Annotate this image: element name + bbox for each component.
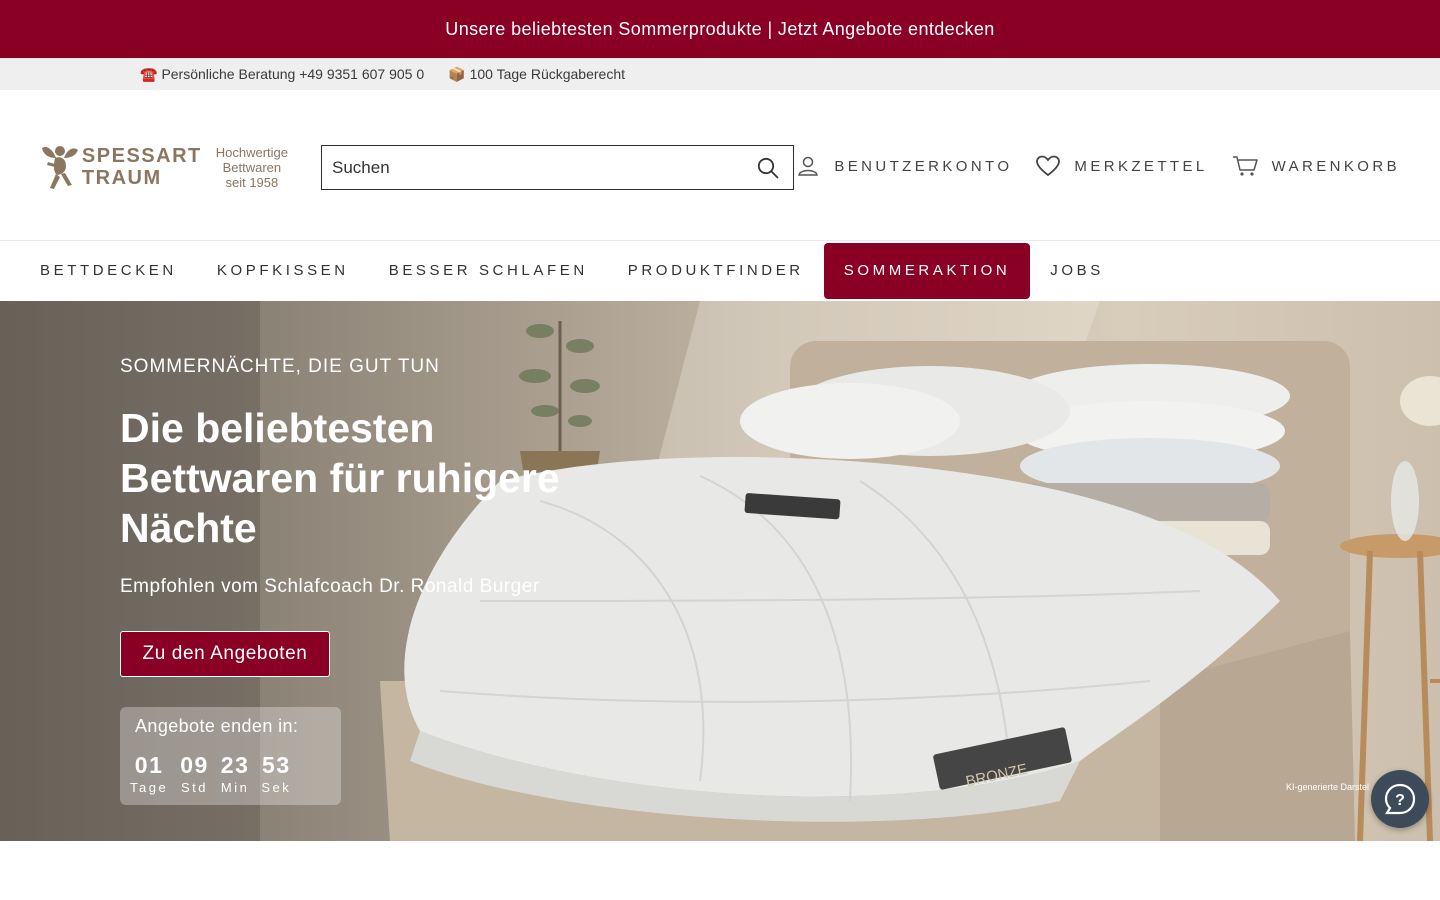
search-button[interactable] [743,146,793,189]
return-text: 100 Tage Rückgaberecht [469,66,626,82]
logo-wordmark: SPESSART TRAUM [81,145,202,189]
hero-banner: BRONZE SOMMERNÄCHTE, DIE GUT TUN Die bel… [0,301,1440,841]
cart-icon [1232,156,1258,176]
user-icon [798,156,819,176]
phone-info: ☎️ Persönliche Beratung +49 9351 607 905… [140,66,424,83]
countdown-hours: 09 Std [180,752,209,795]
wishlist-link[interactable]: MERKZETTEL [1036,155,1207,177]
offers-button[interactable]: Zu den Angeboten [120,631,330,677]
hero-kicker: SOMMERNÄCHTE, DIE GUT TUN [120,356,440,377]
nav-item-produktfinder[interactable]: PRODUKTFINDER [608,243,824,299]
logo-tagline: Hochwertige Bettwaren seit 1958 [215,144,288,190]
hero-subtitle: Empfohlen vom Schlafcoach Dr. Ronald Bur… [120,576,540,597]
help-button[interactable]: ? [1371,770,1429,828]
countdown-seconds: 53 Sek [261,752,292,795]
heart-icon [1036,155,1061,177]
announcement-bar[interactable]: Unsere beliebtesten Sommerprodukte | Jet… [0,0,1440,58]
nav-item-besser-schlafen[interactable]: BESSER SCHLAFEN [369,243,608,299]
svg-text:?: ? [1395,792,1405,809]
phone-text: Persönliche Beratung +49 9351 607 905 0 [161,66,425,82]
header-links: BENUTZERKONTO MERKZETTEL WARENKORB [796,154,1400,178]
logo[interactable]: SPESSART TRAUM Hochwertige Bettwaren sei… [38,142,288,192]
nav-item-sommeraktion[interactable]: SOMMERAKTION [823,242,1031,299]
countdown-timer: Angebote enden in: 01 Tage 09 Std 23 Min… [120,707,341,805]
hero-title: Die beliebtesten Bettwaren für ruhigere … [120,405,560,551]
search-input[interactable] [322,146,743,189]
search-box [321,145,794,190]
cherub-logo-icon [41,146,78,189]
account-label: BENUTZERKONTO [834,157,1013,175]
countdown-minutes: 23 Min [220,752,250,795]
main-nav: BETTDECKEN KOPFKISSEN BESSER SCHLAFEN PR… [0,240,1440,300]
account-link[interactable]: BENUTZERKONTO [796,154,1012,178]
phone-icon: ☎️ [140,65,158,82]
nav-item-kopfkissen[interactable]: KOPFKISSEN [197,243,369,299]
package-icon: 📦 [448,65,466,82]
nav-item-bettdecken[interactable]: BETTDECKEN [20,243,197,299]
search-icon [757,157,779,178]
nav-item-jobs[interactable]: JOBS [1030,243,1124,299]
cart-link[interactable]: WARENKORB [1232,155,1400,177]
countdown-label: Angebote enden in: [135,716,299,736]
cart-label: WARENKORB [1271,157,1400,175]
site-header: SPESSART TRAUM Hochwertige Bettwaren sei… [0,90,1440,240]
info-bar: ☎️ Persönliche Beratung +49 9351 607 905… [0,58,1440,90]
announcement-text[interactable]: Unsere beliebtesten Sommerprodukte | Jet… [445,19,994,40]
return-info: 📦 100 Tage Rückgaberecht [448,66,625,83]
wishlist-label: MERKZETTEL [1074,157,1208,175]
ai-disclaimer: KI-generierte Darstel [1286,782,1370,792]
countdown-days: 01 Tage [130,752,169,795]
help-chat-icon: ? [1384,783,1416,815]
